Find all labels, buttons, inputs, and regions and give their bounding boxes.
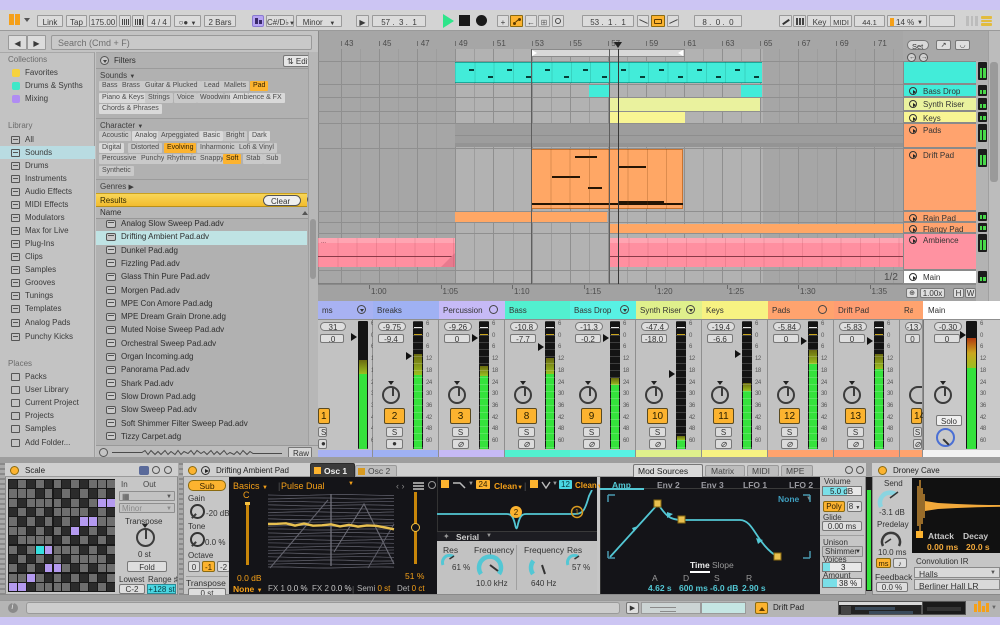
svg-text:2: 2 [514, 508, 519, 517]
svg-text:1: 1 [575, 509, 579, 516]
